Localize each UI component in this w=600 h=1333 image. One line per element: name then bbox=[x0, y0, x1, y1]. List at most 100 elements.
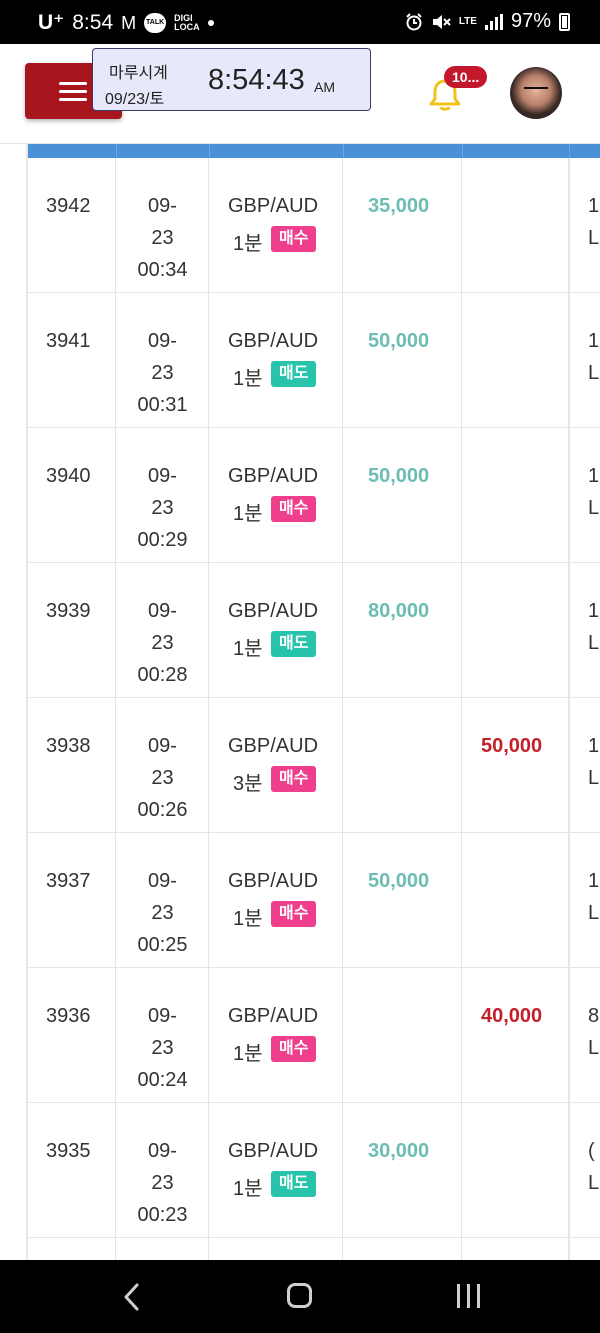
truncated-bottom: L bbox=[588, 227, 600, 249]
trade-day: 23 bbox=[151, 1037, 174, 1059]
trade-month: 09- bbox=[148, 735, 177, 757]
clock-name: 마루시계 bbox=[109, 65, 168, 82]
table-header-strip bbox=[27, 144, 600, 158]
buy-amount: 50,000 bbox=[368, 870, 430, 892]
cell-truncated: 1L bbox=[569, 293, 600, 428]
status-bar: U⁺ 8:54 M TALK DIGI LOCA LTE 97% bbox=[0, 0, 600, 44]
trade-symbol: GBP/AUD bbox=[228, 735, 319, 757]
status-time: 8:54 bbox=[72, 10, 114, 34]
buy-amount: 30,000 bbox=[368, 1140, 430, 1162]
trade-day: 23 bbox=[151, 1172, 174, 1194]
cell-buy-amount: 30,000 bbox=[343, 1103, 462, 1238]
cell-id: 3936 bbox=[27, 968, 116, 1103]
trade-time: 00:31 bbox=[137, 394, 188, 416]
trade-id: 3941 bbox=[46, 330, 91, 352]
truncated-top: 1 bbox=[588, 195, 600, 217]
table-row[interactable]: 3938 09- 23 00:26 GBP/AUD 3분 매수 50,000 1 L bbox=[27, 698, 600, 833]
buy-badge: 매수 bbox=[271, 766, 317, 792]
cell-datetime: 09- 23 00:28 bbox=[116, 563, 209, 698]
cell-sell-amount: 40,000 bbox=[462, 968, 569, 1103]
cell-datetime: 09- 23 00:24 bbox=[116, 968, 209, 1103]
trade-day: 23 bbox=[151, 362, 174, 384]
avatar-detail bbox=[524, 87, 548, 93]
trade-time: 00:26 bbox=[137, 799, 188, 821]
trade-month: 09- bbox=[148, 330, 177, 352]
cell-datetime: 09- 23 00:31 bbox=[116, 293, 209, 428]
cell-symbol: GBP/AUD 1분 매수 bbox=[209, 833, 343, 968]
cell-buy-amount bbox=[343, 698, 462, 833]
signal-icon bbox=[484, 13, 503, 30]
status-bar-left: U⁺ 8:54 M TALK DIGI LOCA bbox=[38, 10, 214, 35]
cell-buy-amount: 35,000 bbox=[343, 158, 462, 293]
trade-duration: 1분 bbox=[233, 1178, 263, 1200]
cell-symbol: GBP/AUD 1분 매도 bbox=[209, 563, 343, 698]
cell-id: 3942 bbox=[27, 158, 116, 293]
status-bar-right: LTE 97% bbox=[405, 10, 570, 33]
trade-day: 23 bbox=[151, 767, 174, 789]
cell-symbol bbox=[209, 1238, 343, 1260]
table-row-partial[interactable] bbox=[27, 1238, 600, 1260]
cell-buy-amount bbox=[343, 968, 462, 1103]
notification-badge[interactable]: 10... bbox=[444, 66, 488, 88]
sell-badge: 매도 bbox=[271, 1171, 317, 1197]
truncated-top: 1 bbox=[588, 330, 600, 352]
buy-amount: 35,000 bbox=[368, 195, 430, 217]
recent-apps-icon[interactable] bbox=[456, 1284, 482, 1308]
trade-month: 09- bbox=[148, 465, 177, 487]
trade-id: 3936 bbox=[46, 1005, 91, 1027]
trade-id: 3939 bbox=[46, 600, 91, 622]
header-separator bbox=[569, 144, 570, 158]
buy-badge: 매수 bbox=[271, 226, 317, 252]
cell-truncated: 8L bbox=[569, 968, 600, 1103]
table-row[interactable]: 3940 09- 23 00:29 GBP/AUD 1분 매수 50,000 1 L bbox=[27, 428, 600, 563]
cell-id: 3937 bbox=[27, 833, 116, 968]
cell-truncated: 1L bbox=[569, 428, 600, 563]
table-row[interactable]: 3942 09- 23 00:34 GBP/AUD 1분 매수 35,000 1 L bbox=[27, 158, 600, 293]
avatar[interactable] bbox=[510, 67, 562, 119]
truncated-bottom: L bbox=[588, 767, 600, 789]
back-icon[interactable] bbox=[121, 1282, 143, 1312]
hamburger-icon-line bbox=[59, 98, 87, 101]
truncated-bottom: L bbox=[588, 1172, 600, 1194]
cell-id bbox=[27, 1238, 116, 1260]
cell-buy-amount: 50,000 bbox=[343, 833, 462, 968]
table-row[interactable]: 3941 09- 23 00:31 GBP/AUD 1분 매도 50,000 1 L bbox=[27, 293, 600, 428]
sell-badge: 매도 bbox=[271, 631, 317, 657]
trade-history-table[interactable]: 3942 09- 23 00:34 GBP/AUD 1분 매수 35,000 1 L 3941 09-… bbox=[0, 144, 600, 1260]
cell-sell-amount bbox=[462, 563, 569, 698]
cell-buy-amount: 80,000 bbox=[343, 563, 462, 698]
cell-sell-amount bbox=[462, 293, 569, 428]
trade-duration: 1분 bbox=[233, 233, 263, 255]
buy-badge: 매수 bbox=[271, 1036, 317, 1062]
trade-symbol: GBP/AUD bbox=[228, 1140, 319, 1162]
truncated-bottom: L bbox=[588, 497, 600, 519]
cell-id: 3940 bbox=[27, 428, 116, 563]
network-type: LTE bbox=[458, 16, 477, 27]
trade-time: 00:24 bbox=[137, 1069, 188, 1091]
buy-badge: 매수 bbox=[271, 901, 317, 927]
trade-day: 23 bbox=[151, 497, 174, 519]
trade-duration: 1분 bbox=[233, 1043, 263, 1065]
cell-symbol: GBP/AUD 1분 매수 bbox=[209, 158, 343, 293]
table-row[interactable]: 3935 09- 23 00:23 GBP/AUD 1분 매도 30,000(L bbox=[27, 1103, 600, 1238]
cell-id: 3941 bbox=[27, 293, 116, 428]
trade-time: 00:34 bbox=[137, 259, 188, 281]
cell-datetime: 09- 23 00:26 bbox=[116, 698, 209, 833]
trade-duration: 1분 bbox=[233, 908, 263, 930]
header-separator bbox=[462, 144, 463, 158]
cell-sell-amount bbox=[462, 158, 569, 293]
table-row[interactable]: 3936 09- 23 00:24 GBP/AUD 1분 매수 40,000 8 L bbox=[27, 968, 600, 1103]
cell-id: 3938 bbox=[27, 698, 116, 833]
trade-day: 23 bbox=[151, 902, 174, 924]
trade-symbol: GBP/AUD bbox=[228, 330, 319, 352]
truncated-top: 1 bbox=[588, 465, 600, 487]
trade-time: 00:23 bbox=[137, 1204, 188, 1226]
cell-datetime: 09- 23 00:34 bbox=[116, 158, 209, 293]
trade-symbol: GBP/AUD bbox=[228, 465, 319, 487]
cell-datetime: 09- 23 00:25 bbox=[116, 833, 209, 968]
table-row[interactable]: 3939 09- 23 00:28 GBP/AUD 1분 매도 80,000 1 L bbox=[27, 563, 600, 698]
cell-sell-amount bbox=[462, 833, 569, 968]
home-icon[interactable] bbox=[287, 1283, 312, 1308]
truncated-bottom: L bbox=[588, 1037, 600, 1059]
table-row[interactable]: 3937 09- 23 00:25 GBP/AUD 1분 매수 50,000 1 L bbox=[27, 833, 600, 968]
